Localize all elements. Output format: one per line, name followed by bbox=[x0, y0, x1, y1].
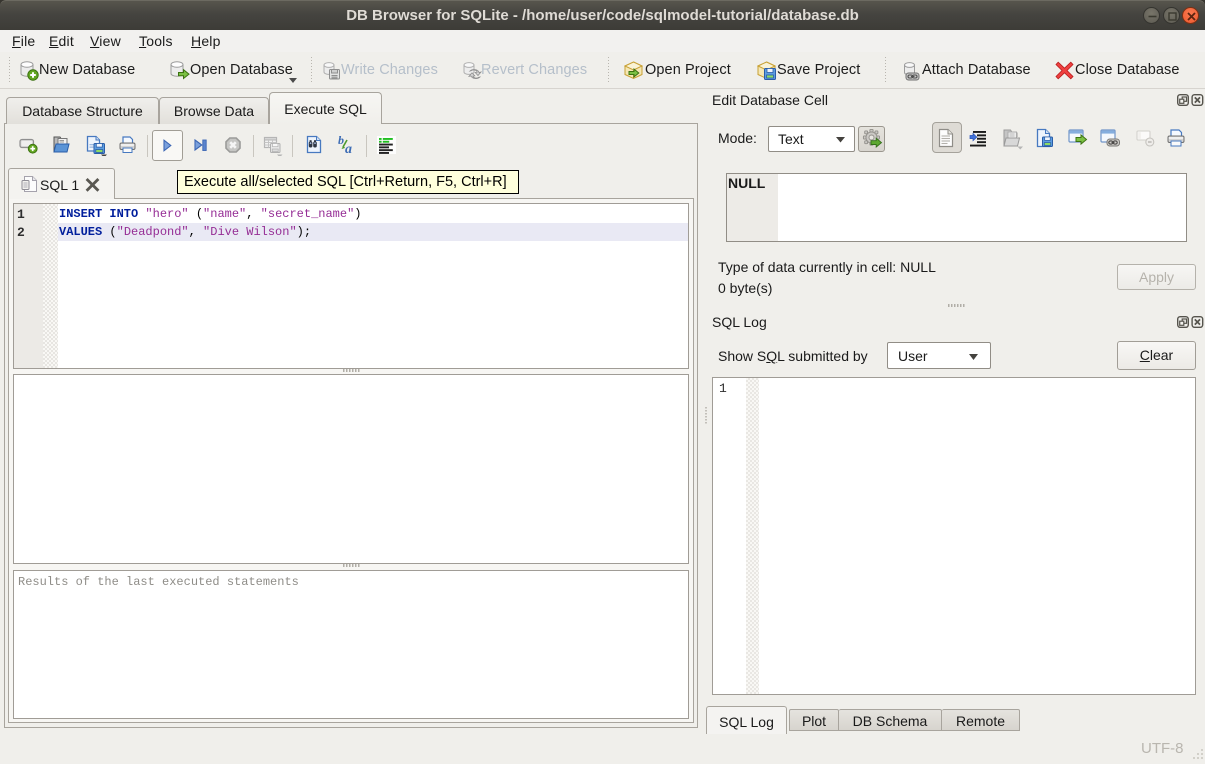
svg-text:b: b bbox=[338, 134, 344, 147]
svg-text:a: a bbox=[345, 142, 352, 155]
